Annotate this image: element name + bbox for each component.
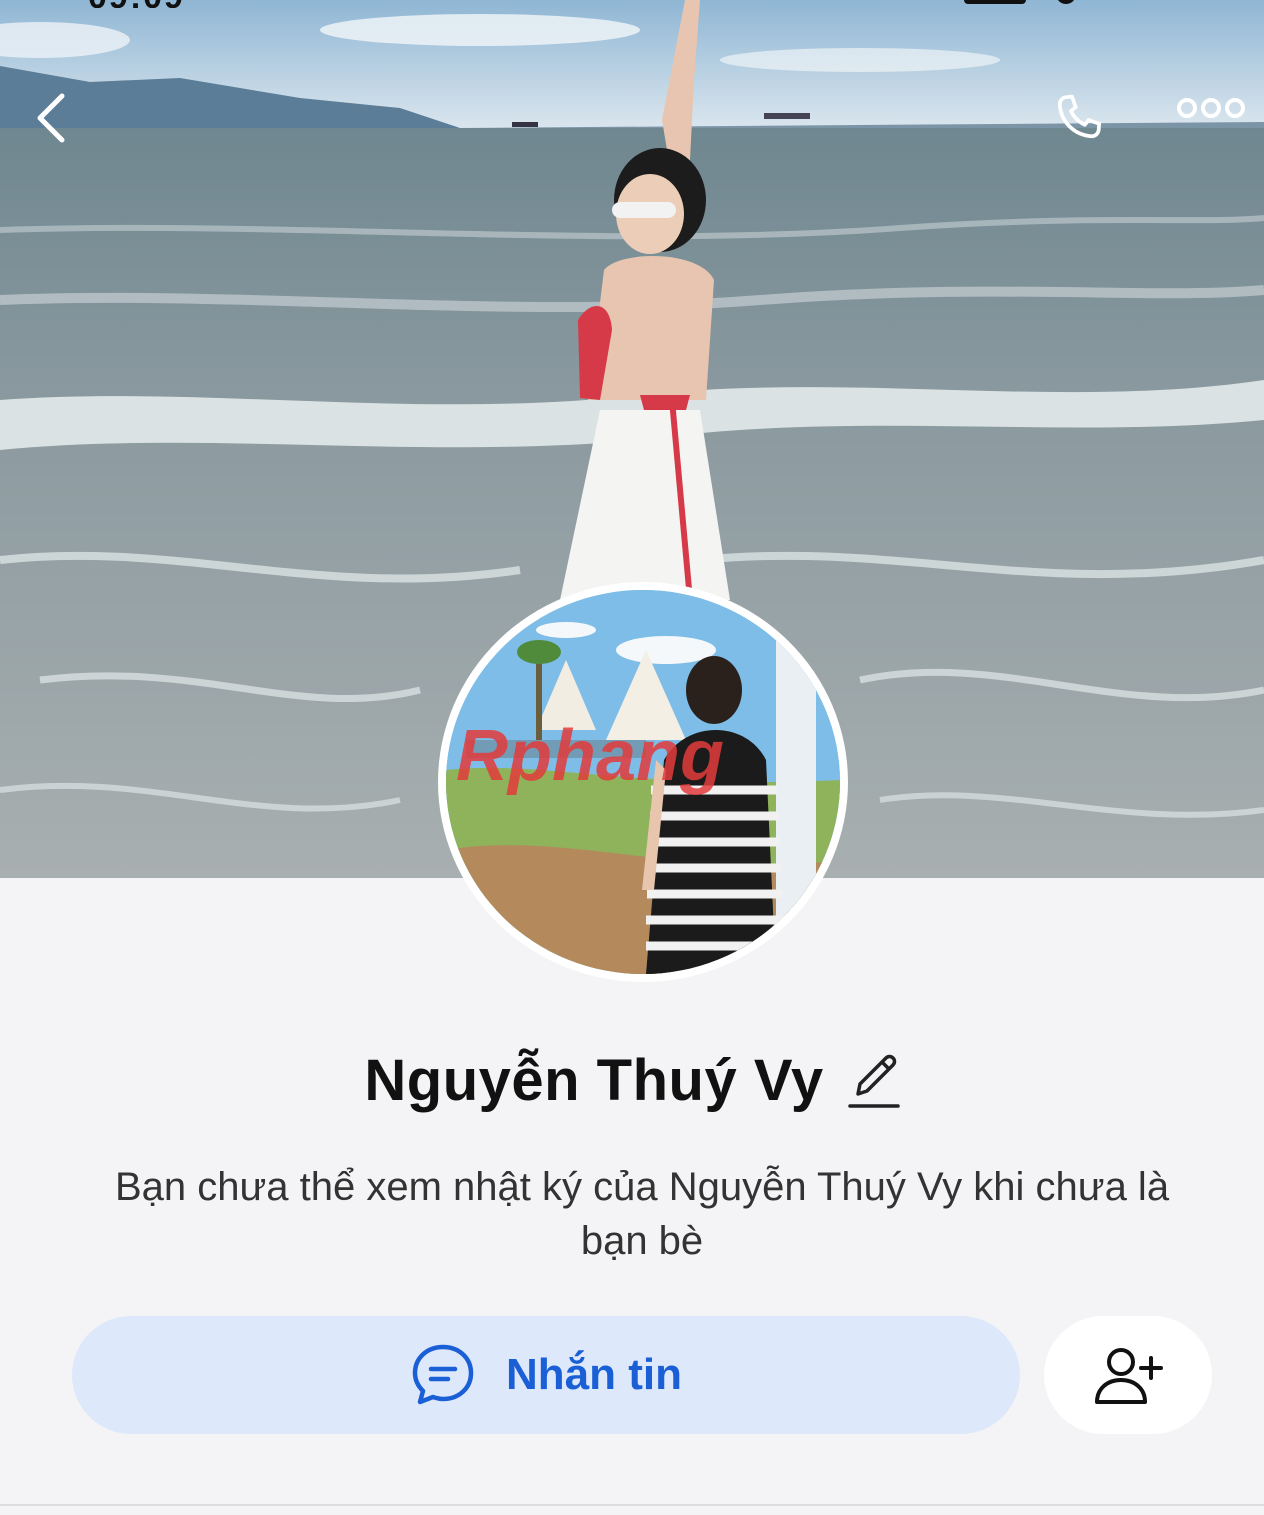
- call-button[interactable]: [1048, 88, 1128, 158]
- wifi-icon: [1056, 0, 1076, 4]
- profile-screen: 09:09: [0, 0, 1264, 1515]
- status-bar: 09:09: [0, 0, 1264, 14]
- more-button[interactable]: [1176, 96, 1260, 146]
- edit-name-button[interactable]: [847, 1050, 900, 1110]
- signal-icon: [964, 0, 1026, 4]
- message-button[interactable]: Nhắn tin: [72, 1316, 1020, 1434]
- add-user-icon: [1095, 1348, 1163, 1404]
- back-button[interactable]: [30, 90, 100, 160]
- chevron-left-icon: [37, 93, 65, 143]
- privacy-note: Bạn chưa thể xem nhật ký của Nguyễn Thuý…: [114, 1165, 1170, 1263]
- avatar-image: Rphang: [446, 590, 840, 974]
- pencil-icon: [847, 1054, 900, 1108]
- status-indicators: [964, 0, 1194, 6]
- profile-name-row: Nguyễn Thuý Vy: [0, 1040, 1264, 1120]
- chat-bubble-icon: [412, 1344, 474, 1405]
- phone-icon: [1057, 94, 1102, 139]
- avatar[interactable]: Rphang: [438, 582, 848, 982]
- bottom-divider: [0, 1504, 1264, 1506]
- avatar-watermark: Rphang: [456, 716, 724, 796]
- more-horizontal-icon: [1177, 98, 1245, 118]
- add-friend-button[interactable]: [1044, 1316, 1212, 1434]
- profile-name: Nguyễn Thuý Vy: [364, 1047, 824, 1113]
- status-time: 09:09: [88, 0, 278, 8]
- message-button-label: Nhắn tin: [506, 1350, 682, 1399]
